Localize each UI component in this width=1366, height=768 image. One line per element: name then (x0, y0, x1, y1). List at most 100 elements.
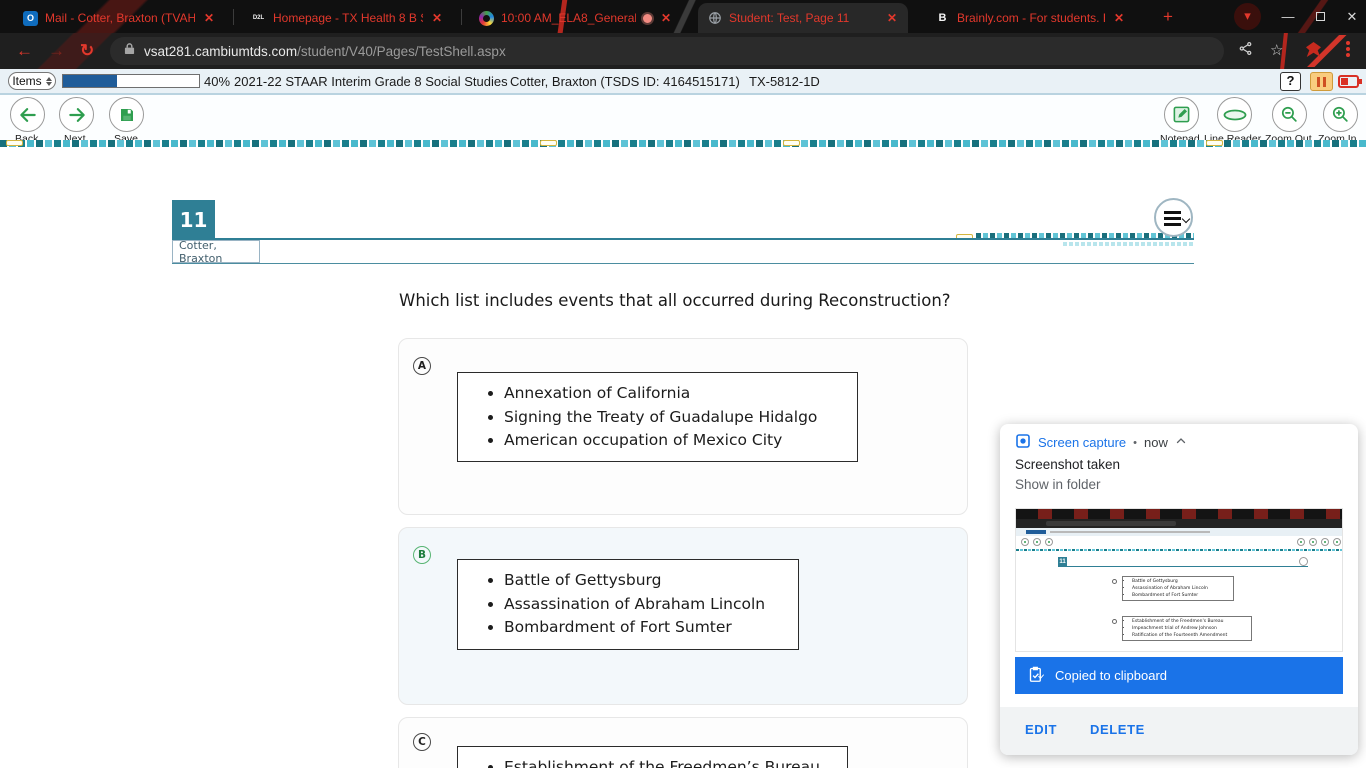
notification-header: Screen capture • now (1015, 433, 1187, 452)
decorative-yellow-dash (6, 140, 23, 146)
close-tab-icon[interactable]: ✕ (1112, 11, 1126, 25)
answer-option-a[interactable]: A Annexation of California Signing the T… (398, 338, 968, 515)
tab-title: Student: Test, Page 11 (729, 11, 850, 25)
option-letter-b[interactable]: B (413, 546, 431, 564)
window-restore-button[interactable] (1310, 9, 1330, 24)
close-tab-icon[interactable]: ✕ (202, 11, 216, 25)
option-letter-c[interactable]: C (413, 733, 431, 751)
decorative-dash-strip (0, 140, 1366, 147)
option-item: American occupation of Mexico City (504, 429, 857, 453)
progress-fill (63, 75, 118, 87)
delete-button[interactable]: DELETE (1090, 722, 1145, 737)
share-icon[interactable] (1238, 41, 1253, 60)
test-header: Items 40% 2021-22 STAAR Interim Grade 8 … (0, 69, 1366, 95)
screen-capture-notification[interactable]: Screen capture • now Screenshot taken Sh… (1000, 424, 1358, 755)
reload-icon[interactable]: ↻ (80, 41, 94, 61)
question-number: 11 (172, 200, 215, 240)
window-minimize-button[interactable]: — (1278, 9, 1298, 24)
url-path: /student/V40/Pages/TestShell.aspx (297, 43, 506, 59)
screen: O Mail - Cotter, Braxton (TVAH S ✕ D2L H… (0, 0, 1366, 768)
spinner-icon (479, 10, 494, 26)
d2l-icon: D2L (252, 15, 265, 21)
tab-separator (233, 9, 234, 25)
tab-homepage[interactable]: D2L Homepage - TX Health 8 B Se ✕ (242, 3, 453, 33)
next-button[interactable] (59, 97, 94, 132)
close-tab-icon[interactable]: ✕ (430, 11, 444, 25)
thumb-option-b-box: Battle of Gettysburg Assassination of Ab… (1122, 576, 1234, 601)
lock-icon (124, 42, 135, 60)
tab-brainly[interactable]: B Brainly.com - For students. By ✕ (926, 3, 1135, 33)
test-toolbar: Back Next Save Notepad Line Reader Zoom … (0, 95, 1366, 145)
option-item: Establishment of the Freedmen’s Bureau (504, 756, 847, 768)
progress-percent: 40% (204, 74, 231, 89)
thumb-question-rule (1058, 566, 1308, 567)
items-spinner-icon (45, 76, 52, 86)
edit-button[interactable]: EDIT (1025, 722, 1057, 737)
decorative-yellow-dash (783, 140, 800, 146)
hamburger-icon (1164, 211, 1181, 214)
option-item: Signing the Treaty of Guadalupe Hidalgo (504, 406, 857, 430)
browser-menu-icon[interactable] (1346, 41, 1350, 45)
notepad-button[interactable] (1164, 97, 1199, 132)
back-nav-icon[interactable]: ← (16, 41, 33, 61)
address-bar[interactable]: vsat281.cambiumtds.com/student/V40/Pages… (110, 37, 1224, 65)
chevron-down-icon (1181, 214, 1191, 224)
question-header-rule (172, 238, 1194, 240)
decorative-yellow-dash (1206, 140, 1223, 146)
thumb-item: Bombardment of Fort Sumter (1132, 592, 1233, 599)
option-a-list-box: Annexation of California Signing the Tre… (457, 372, 858, 462)
thumb-option-c-box: Establishment of the Freedmen's Bureau I… (1122, 616, 1252, 641)
answer-option-c[interactable]: C Establishment of the Freedmen’s Bureau (398, 717, 968, 768)
globe-icon (707, 11, 722, 26)
student-identity: Cotter, Braxton (TSDS ID: 4164515171) (510, 74, 740, 89)
tab-meeting[interactable]: 10:00 AM_ELA8_General S ✕ (470, 3, 682, 33)
tab-search-chevron-icon[interactable]: ▾ (1234, 3, 1261, 30)
tab-student-test[interactable]: Student: Test, Page 11 ✕ (698, 3, 908, 33)
close-tab-icon[interactable]: ✕ (659, 11, 673, 25)
line-reader-button[interactable] (1217, 97, 1252, 132)
save-button[interactable] (109, 97, 144, 132)
screenshot-thumbnail[interactable]: 11 Battle of Gettysburg Assassination of… (1015, 508, 1343, 652)
thumb-dash-strip (1016, 549, 1342, 551)
option-item: Assassination of Abraham Lincoln (504, 593, 798, 617)
thumb-option-letter (1112, 579, 1117, 584)
thumb-item: Establishment of the Freedmen's Bureau (1132, 618, 1251, 625)
theme-streak (1300, 35, 1360, 67)
items-dropdown[interactable]: Items (8, 72, 56, 90)
bookmark-star-icon[interactable]: ☆ (1270, 41, 1283, 59)
zoom-in-button[interactable] (1323, 97, 1358, 132)
option-c-list-box: Establishment of the Freedmen’s Bureau (457, 746, 848, 768)
option-item: Annexation of California (504, 382, 857, 406)
new-tab-button[interactable]: + (1158, 7, 1178, 27)
option-b-list-box: Battle of Gettysburg Assassination of Ab… (457, 559, 799, 650)
banner-text: Copied to clipboard (1055, 668, 1168, 683)
tab-title: Brainly.com - For students. By (957, 11, 1105, 25)
thumb-question-number: 11 (1058, 557, 1067, 566)
url-domain: vsat281.cambiumtds.com (144, 43, 298, 59)
thumb-menu-circle (1299, 557, 1308, 566)
help-button[interactable]: ? (1280, 72, 1301, 91)
pause-button[interactable] (1310, 72, 1333, 91)
thumb-item: Assassination of Abraham Lincoln (1132, 585, 1233, 592)
outlook-icon: O (23, 10, 38, 26)
tab-separator (461, 9, 462, 25)
tab-title: Homepage - TX Health 8 B Se (273, 11, 423, 25)
thumb-url-pill (1046, 521, 1176, 526)
notification-source: Screen capture (1038, 435, 1127, 450)
option-letter-a[interactable]: A (413, 357, 431, 375)
window-close-button[interactable]: ✕ (1342, 9, 1362, 25)
question-context-menu-button[interactable] (1154, 198, 1193, 237)
zoom-out-button[interactable] (1272, 97, 1307, 132)
question-prompt: Which list includes events that all occu… (399, 291, 951, 310)
tab-title: 10:00 AM_ELA8_General S (501, 11, 636, 25)
question-dash-decoration-faint (1063, 242, 1194, 246)
close-tab-icon[interactable]: ✕ (885, 11, 899, 25)
forward-nav-icon[interactable]: → (48, 41, 65, 61)
show-in-folder-link[interactable]: Show in folder (1015, 477, 1101, 492)
chevron-up-icon[interactable] (1175, 435, 1187, 450)
items-label: Items (12, 74, 42, 88)
back-button[interactable] (10, 97, 45, 132)
tab-mail[interactable]: O Mail - Cotter, Braxton (TVAH S ✕ (14, 3, 226, 33)
session-id: TX-5812-1D (749, 74, 820, 89)
answer-option-b[interactable]: B Battle of Gettysburg Assassination of … (398, 527, 968, 705)
